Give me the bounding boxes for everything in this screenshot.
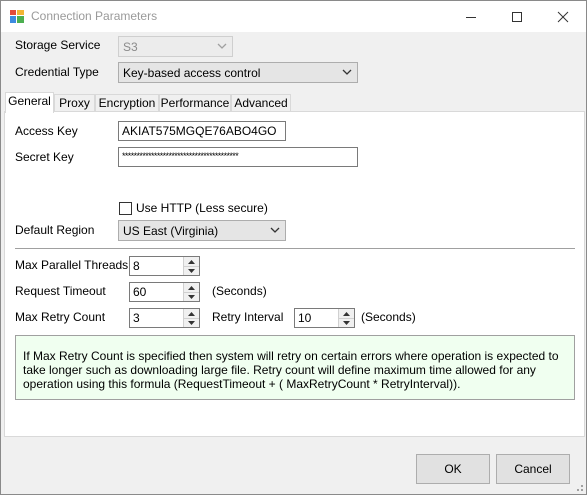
secret-key-input[interactable]: **************************************** bbox=[118, 147, 358, 167]
section-divider bbox=[15, 248, 575, 249]
retry-interval-stepper[interactable]: 10 bbox=[294, 308, 355, 328]
caret-up-icon bbox=[188, 285, 195, 290]
storage-service-select: S3 bbox=[118, 36, 233, 57]
title-bar: Connection Parameters bbox=[1, 1, 586, 32]
maximize-button[interactable] bbox=[494, 1, 540, 32]
chevron-down-icon bbox=[270, 227, 280, 233]
storage-service-value: S3 bbox=[123, 40, 138, 54]
max-parallel-threads-value: 8 bbox=[133, 259, 140, 273]
request-timeout-stepper[interactable]: 60 bbox=[129, 282, 200, 302]
tab-proxy[interactable]: Proxy bbox=[54, 94, 95, 112]
request-timeout-label: Request Timeout bbox=[15, 284, 106, 298]
spin-down-button[interactable] bbox=[339, 318, 354, 327]
credential-type-label: Credential Type bbox=[15, 65, 99, 79]
caret-up-icon bbox=[188, 311, 195, 316]
use-http-label[interactable]: Use HTTP (Less secure) bbox=[136, 201, 268, 215]
ok-button[interactable]: OK bbox=[416, 454, 490, 484]
cancel-button[interactable]: Cancel bbox=[496, 454, 570, 484]
tab-advanced[interactable]: Advanced bbox=[231, 94, 291, 112]
default-region-label: Default Region bbox=[15, 223, 95, 237]
use-http-checkbox[interactable] bbox=[119, 202, 132, 215]
caret-up-icon bbox=[343, 311, 350, 316]
close-button[interactable] bbox=[540, 1, 586, 32]
chevron-down-icon bbox=[217, 43, 227, 49]
spin-down-button[interactable] bbox=[184, 318, 199, 327]
storage-service-label: Storage Service bbox=[15, 38, 101, 52]
spin-down-button[interactable] bbox=[184, 266, 199, 275]
tab-general[interactable]: General bbox=[5, 92, 54, 113]
max-retry-count-value: 3 bbox=[133, 311, 140, 325]
credential-type-value: Key-based access control bbox=[123, 66, 261, 80]
max-parallel-threads-label: Max Parallel Threads bbox=[15, 258, 129, 272]
retry-info-note: If Max Retry Count is specified then sys… bbox=[15, 335, 575, 400]
tab-encryption[interactable]: Encryption bbox=[95, 94, 159, 112]
close-icon bbox=[557, 11, 569, 22]
app-grid-icon bbox=[10, 10, 24, 23]
caret-down-icon bbox=[188, 294, 195, 299]
credential-type-select[interactable]: Key-based access control bbox=[118, 62, 358, 83]
retry-interval-unit: (Seconds) bbox=[361, 310, 416, 324]
tab-performance[interactable]: Performance bbox=[159, 94, 231, 112]
maximize-icon bbox=[512, 11, 522, 22]
caret-up-icon bbox=[188, 259, 195, 264]
max-retry-count-stepper[interactable]: 3 bbox=[129, 308, 200, 328]
max-retry-count-label: Max Retry Count bbox=[15, 310, 106, 324]
caret-down-icon bbox=[188, 268, 195, 273]
caret-down-icon bbox=[188, 320, 195, 325]
spin-down-button[interactable] bbox=[184, 292, 199, 301]
access-key-input[interactable]: AKIAT575MGQE76ABO4GO bbox=[118, 121, 286, 141]
request-timeout-value: 60 bbox=[133, 285, 147, 299]
access-key-label: Access Key bbox=[15, 124, 78, 138]
chevron-down-icon bbox=[342, 69, 352, 75]
request-timeout-unit: (Seconds) bbox=[212, 284, 267, 298]
retry-interval-label: Retry Interval bbox=[212, 310, 284, 324]
connection-parameters-window: Connection Parameters Storage Service S3… bbox=[0, 0, 587, 495]
default-region-select[interactable]: US East (Virginia) bbox=[118, 220, 286, 241]
caret-down-icon bbox=[343, 320, 350, 325]
minimize-icon bbox=[466, 16, 476, 18]
default-region-value: US East (Virginia) bbox=[123, 224, 219, 238]
secret-key-label: Secret Key bbox=[15, 150, 74, 164]
retry-interval-value: 10 bbox=[298, 311, 312, 325]
resize-grip-icon[interactable] bbox=[573, 481, 584, 492]
window-title: Connection Parameters bbox=[31, 9, 158, 23]
max-parallel-threads-stepper[interactable]: 8 bbox=[129, 256, 200, 276]
minimize-button[interactable] bbox=[448, 1, 494, 32]
